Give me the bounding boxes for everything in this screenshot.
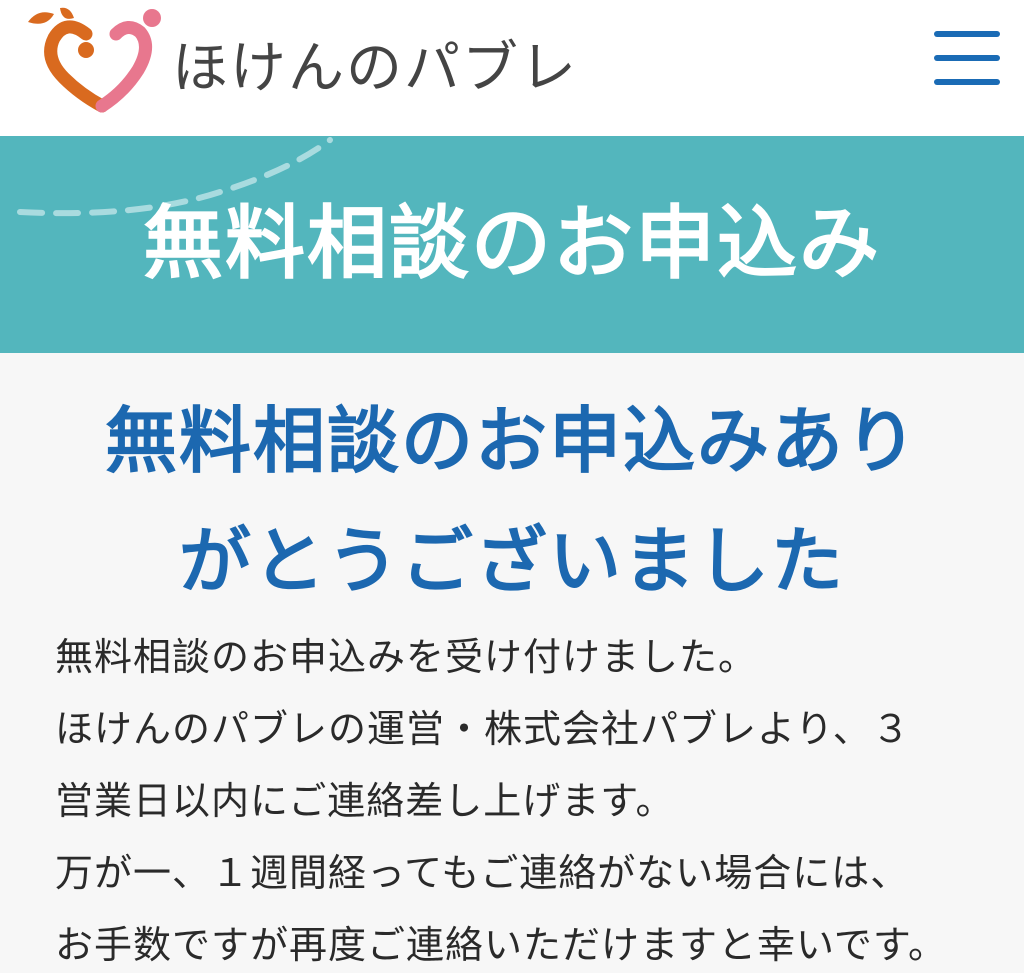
main-content: 無料相談のお申込みあり がとうございました 無料相談のお申込みを受け付けました。… <box>0 353 1024 973</box>
page-banner: 無料相談のお申込み <box>0 136 1024 353</box>
menu-bar-middle <box>934 55 1000 61</box>
site-name: ほけんのパブレ <box>172 36 578 101</box>
message-line: お手数ですが再度ご連絡いただけますと幸いです。 <box>55 923 948 967</box>
banner-title: 無料相談のお申込み <box>143 197 881 290</box>
message-line: 無料相談のお申込みを受け付けました。 <box>55 635 758 679</box>
hamburger-menu-icon[interactable] <box>922 18 1010 98</box>
thank-you-heading: 無料相談のお申込みあり がとうございました <box>20 381 1004 621</box>
menu-bar-top <box>934 31 1000 37</box>
message-line: 営業日以内にご連絡差し上げます。 <box>55 779 675 823</box>
confirmation-message: 無料相談のお申込みを受け付けました。 ほけんのパブレの運営・株式会社パブレより、… <box>55 621 1015 973</box>
heart-logo-icon <box>28 7 161 113</box>
message-line: 万が一、１週間経ってもご連絡がない場合には、 <box>55 851 910 895</box>
message-line: ほけんのパブレの運営・株式会社パブレより、３ <box>55 707 911 751</box>
site-header: ほけんのパブレ <box>0 0 1024 136</box>
thank-you-heading-line1: 無料相談のお申込みあり <box>104 399 919 483</box>
thank-you-heading-line2: がとうございました <box>178 519 845 603</box>
page: ほけんのパブレ 無料相談のお申込み 無料相談のお申込みあり がとうございました … <box>0 0 1024 973</box>
site-logo-link[interactable]: ほけんのパブレ <box>20 4 576 124</box>
menu-bar-bottom <box>934 79 1000 85</box>
